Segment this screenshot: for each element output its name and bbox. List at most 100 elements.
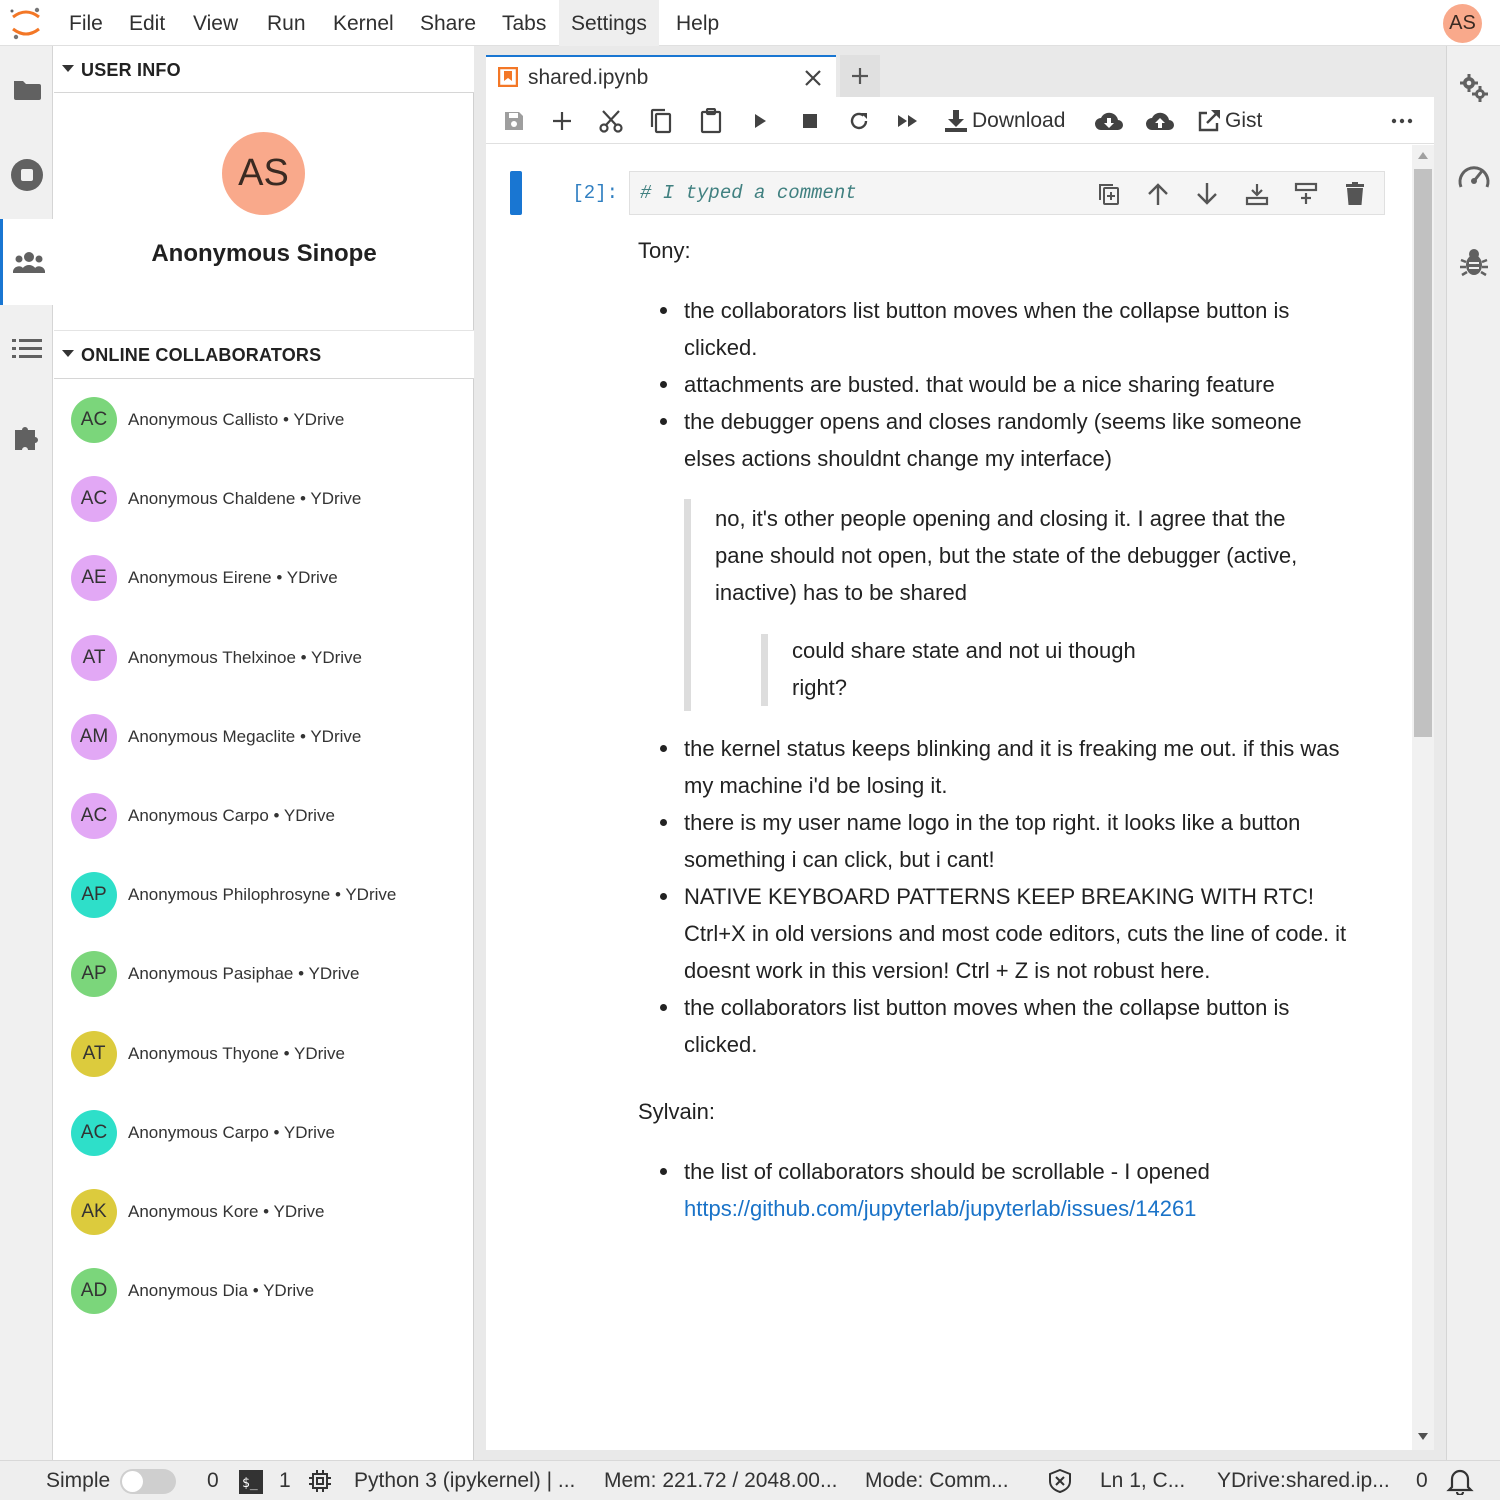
bug-icon (1460, 249, 1488, 277)
heading-sylvain: Sylvain: (638, 1099, 716, 1124)
collaborator-avatar: AT (71, 1030, 117, 1077)
new-launcher-button[interactable] (840, 55, 880, 97)
menu-help[interactable]: Help (664, 0, 731, 46)
duplicate-cell-button[interactable] (1093, 178, 1125, 210)
collaborator-item[interactable]: AT Anonymous Thelxinoe • YDrive (54, 628, 474, 688)
collaborator-item[interactable]: AP Anonymous Philophrosyne • YDrive (54, 865, 474, 925)
svg-text:$_: $_ (242, 1476, 258, 1491)
github-issue-link[interactable]: https://github.com/jupyterlab/jupyterlab… (684, 1196, 1196, 1221)
user-info-title: USER INFO (81, 60, 181, 80)
menu-file[interactable]: File (57, 0, 115, 46)
tab-shared-ipynb[interactable]: shared.ipynb (486, 55, 836, 97)
heading-tony: Tony: (638, 238, 691, 263)
kernel-status[interactable]: Python 3 (ipykernel) | ... (354, 1461, 575, 1500)
extension-manager-tab[interactable] (0, 393, 53, 479)
scroll-up-icon[interactable] (1418, 151, 1428, 159)
notebook-mode[interactable]: Mode: Comm... (865, 1461, 1009, 1500)
sylvain-list: the list of collaborators should be scro… (638, 1153, 1358, 1227)
insert-cell-above-button[interactable] (1241, 178, 1273, 210)
gist-button[interactable]: Gist (1197, 105, 1277, 137)
collaborator-item[interactable]: AD Anonymous Dia • YDrive (54, 1261, 474, 1321)
property-inspector-tab[interactable] (1447, 58, 1500, 118)
menu-kernel[interactable]: Kernel (321, 0, 406, 46)
close-icon[interactable] (804, 69, 822, 87)
scroll-down-icon[interactable] (1418, 1433, 1428, 1441)
insert-cell-button[interactable] (546, 105, 578, 137)
file-browser-tab[interactable] (0, 46, 53, 132)
insert-cell-below-button[interactable] (1290, 178, 1322, 210)
user-info-header[interactable]: USER INFO (54, 46, 474, 93)
collaborator-item[interactable]: AT Anonymous Thyone • YDrive (54, 1024, 474, 1084)
list-item: NATIVE KEYBOARD PATTERNS KEEP BREAKING W… (638, 878, 1358, 989)
move-cell-up-button[interactable] (1142, 178, 1174, 210)
delete-cell-button[interactable] (1339, 178, 1371, 210)
collaborator-item[interactable]: AC Anonymous Chaldene • YDrive (54, 469, 474, 529)
copy-cell-button[interactable] (645, 105, 677, 137)
code-cell-editor[interactable]: # I typed a comment (629, 171, 1385, 215)
cloud-download-button[interactable] (1091, 105, 1127, 137)
scrollbar-thumb[interactable] (1414, 169, 1432, 737)
cut-cell-button[interactable] (595, 105, 627, 137)
menu-edit[interactable]: Edit (117, 0, 177, 46)
menu-tabs[interactable]: Tabs (490, 0, 558, 46)
collaborators-tab[interactable] (0, 219, 54, 305)
fast-forward-icon (898, 115, 917, 127)
collaborator-item[interactable]: AC Anonymous Carpo • YDrive (54, 786, 474, 846)
cursor-position[interactable]: Ln 1, C... (1100, 1461, 1185, 1500)
copy-icon (650, 108, 672, 134)
memory-usage: Mem: 221.72 / 2048.00... (604, 1469, 838, 1492)
menu-run[interactable]: Run (255, 0, 318, 46)
collaborator-item[interactable]: AK Anonymous Kore • YDrive (54, 1182, 474, 1242)
restart-run-all-button[interactable] (892, 105, 924, 137)
cpu-icon[interactable] (308, 1469, 332, 1493)
debugger-tab[interactable] (1447, 232, 1500, 292)
code-text: # I typed a comment (640, 182, 857, 204)
table-of-contents-tab[interactable] (0, 306, 53, 392)
download-icon (945, 110, 967, 132)
stop-icon (803, 114, 817, 128)
running-sessions-tab[interactable] (0, 132, 53, 218)
bell-icon[interactable] (1446, 1467, 1474, 1495)
collaborator-item[interactable]: AP Anonymous Pasiphae • YDrive (54, 944, 474, 1004)
tony-list-1: the collaborators list button moves when… (638, 292, 1358, 477)
restart-kernel-button[interactable] (843, 105, 875, 137)
terminals-count[interactable]: 0 (207, 1461, 219, 1500)
caret-down-icon (62, 350, 74, 357)
download-button[interactable]: Download (944, 105, 1074, 137)
list-icon (11, 339, 42, 358)
online-collaborators-header[interactable]: ONLINE COLLABORATORS (54, 330, 474, 379)
menu-settings[interactable]: Settings (559, 0, 659, 46)
more-toolbar-button[interactable] (1384, 105, 1420, 137)
save-button[interactable] (498, 105, 530, 137)
collaborator-item[interactable]: AE Anonymous Eirene • YDrive (54, 548, 474, 608)
active-cell-marker[interactable] (510, 171, 522, 215)
tab-title: shared.ipynb (528, 66, 649, 89)
collaborator-item[interactable]: AC Anonymous Carpo • YDrive (54, 1103, 474, 1163)
paste-cell-button[interactable] (695, 105, 727, 137)
kernels-count[interactable]: 1 (279, 1461, 291, 1500)
run-cell-button[interactable] (744, 105, 776, 137)
notebook-content[interactable]: [2]: # I typed a comment Tony: the colla… (486, 145, 1434, 1450)
move-cell-down-button[interactable] (1191, 178, 1223, 210)
notification-count[interactable]: 0 (1416, 1461, 1428, 1500)
user-avatar[interactable]: AS (1443, 4, 1482, 43)
save-icon (505, 112, 523, 130)
terminal-icon[interactable]: $_ (239, 1470, 263, 1494)
menu-share[interactable]: Share (408, 0, 488, 46)
collaborator-item[interactable]: AM Anonymous Megaclite • YDrive (54, 707, 474, 767)
caret-down-icon (62, 65, 74, 72)
collaborator-avatar: AC (71, 476, 117, 523)
menu-view[interactable]: View (181, 0, 250, 46)
collaboration-panel: USER INFO AS Anonymous Sinope ONLINE COL… (54, 46, 474, 1460)
collaborator-item[interactable]: AC Anonymous Callisto • YDrive (54, 390, 474, 450)
collaborator-avatar: AP (71, 951, 117, 998)
simple-mode-toggle[interactable] (120, 1469, 176, 1494)
interrupt-kernel-button[interactable] (794, 105, 826, 137)
cloud-upload-button[interactable] (1142, 105, 1178, 137)
extension-icon (14, 427, 38, 450)
jupyter-logo-icon[interactable] (8, 5, 44, 41)
file-path[interactable]: YDrive:shared.ip... (1217, 1461, 1390, 1500)
resource-usage-tab[interactable] (1447, 146, 1500, 206)
trust-shield-icon[interactable] (1048, 1469, 1072, 1493)
simple-mode-label: Simple (46, 1469, 111, 1492)
